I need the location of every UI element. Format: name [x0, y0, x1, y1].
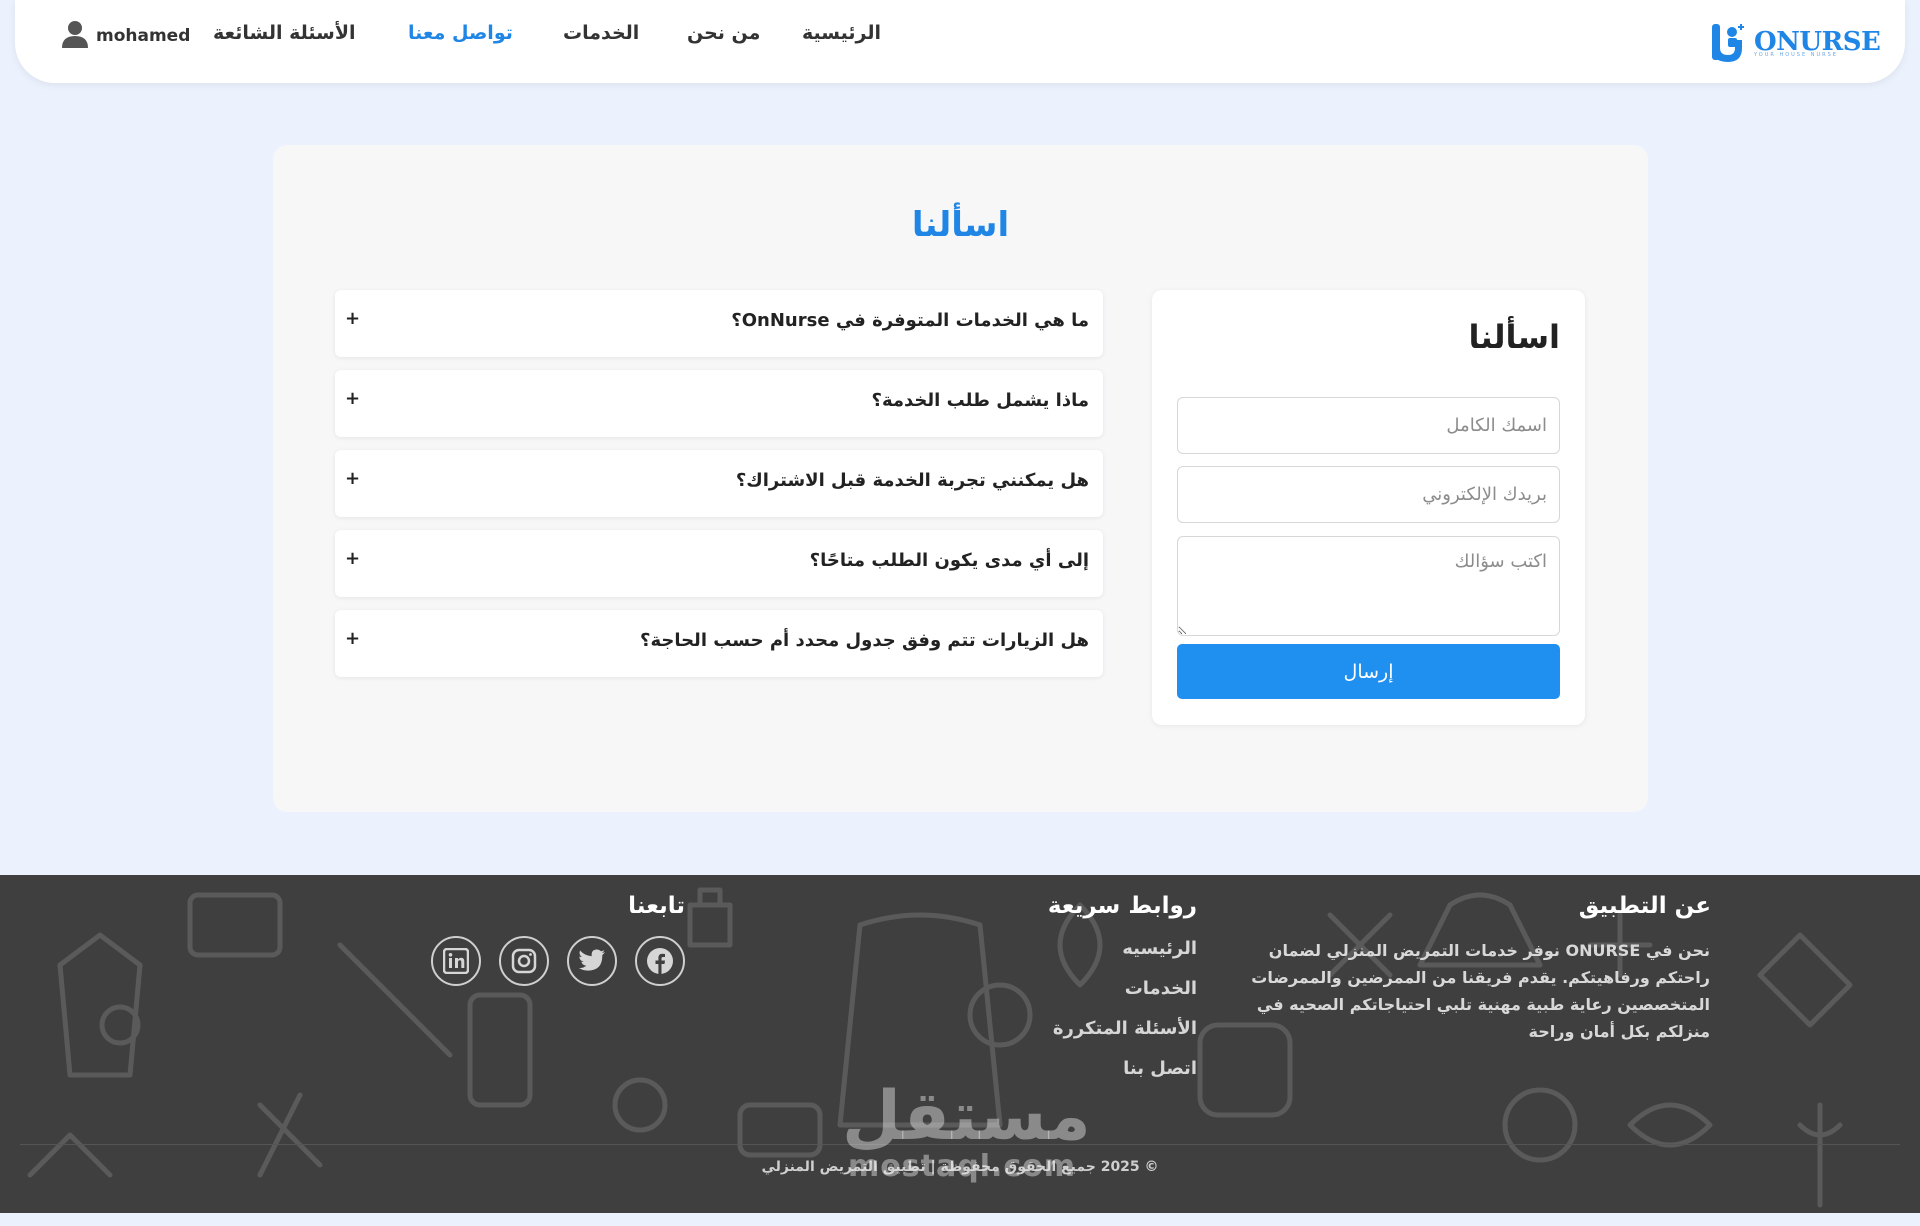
- nav-faq[interactable]: الأسئلة الشائعة: [213, 22, 356, 44]
- faq-question: هل الزيارات تتم وفق جدول محدد أم حسب الح…: [640, 630, 1089, 651]
- watermark-arabic: مستقل: [842, 1077, 1091, 1156]
- user-name: mohamed: [96, 26, 191, 46]
- footer-link-services[interactable]: الخدمات: [1125, 978, 1197, 999]
- brand-tagline: YOUR HOUSE NURSE: [1754, 52, 1838, 58]
- submit-button[interactable]: إرسال: [1177, 644, 1560, 699]
- footer-link-faq[interactable]: الأسئلة المتكررة: [1053, 1018, 1197, 1039]
- form-title: اسألنا: [1468, 318, 1560, 356]
- instagram-icon[interactable]: [499, 936, 549, 986]
- quick-links-title: روابط سريعة: [1047, 893, 1197, 919]
- mostaql-watermark: مستقل mostaql.com: [842, 1077, 1091, 1184]
- plus-icon[interactable]: +: [345, 468, 360, 489]
- brand-logo[interactable]: ONURSE YOUR HOUSE NURSE: [1708, 18, 1881, 66]
- plus-icon[interactable]: +: [345, 308, 360, 329]
- page-title: اسألنا: [911, 205, 1010, 245]
- top-navbar: ONURSE YOUR HOUSE NURSE الرئيسية من نحن …: [15, 0, 1905, 83]
- page-bottom-strip: [0, 1213, 1920, 1226]
- faq-question: ماذا يشمل طلب الخدمة؟: [871, 390, 1089, 411]
- faq-item[interactable]: ما هي الخدمات المتوفرة في OnNurse؟ +: [335, 290, 1103, 357]
- nav-contact[interactable]: تواصل معنا: [408, 22, 513, 44]
- faq-item[interactable]: ماذا يشمل طلب الخدمة؟ +: [335, 370, 1103, 437]
- watermark-latin: mostaql.com: [847, 1149, 1077, 1184]
- faq-question: هل يمكنني تجربة الخدمة قبل الاشتراك؟: [735, 470, 1089, 491]
- footer-link-contact[interactable]: اتصل بنا: [1123, 1058, 1197, 1079]
- about-title: عن التطبيق: [1578, 893, 1711, 919]
- nav-services[interactable]: الخدمات: [563, 22, 639, 44]
- twitter-icon[interactable]: [567, 936, 617, 986]
- faq-item[interactable]: هل يمكنني تجربة الخدمة قبل الاشتراك؟ +: [335, 450, 1103, 517]
- faq-item[interactable]: هل الزيارات تتم وفق جدول محدد أم حسب الح…: [335, 610, 1103, 677]
- faq-item[interactable]: إلى أي مدى يكون الطلب متاحًا؟ +: [335, 530, 1103, 597]
- user-menu[interactable]: mohamed: [62, 20, 190, 52]
- follow-title: تابعنا: [628, 893, 685, 919]
- facebook-icon[interactable]: [635, 936, 685, 986]
- footer-link-home[interactable]: الرئيسيه: [1122, 938, 1197, 959]
- plus-icon[interactable]: +: [345, 628, 360, 649]
- question-textarea[interactable]: [1177, 536, 1560, 636]
- faq-question: ما هي الخدمات المتوفرة في OnNurse؟: [731, 310, 1089, 331]
- nav-about[interactable]: من نحن: [687, 22, 760, 44]
- user-icon: [62, 20, 88, 52]
- faq-question: إلى أي مدى يكون الطلب متاحًا؟: [809, 550, 1089, 571]
- plus-icon[interactable]: +: [345, 388, 360, 409]
- about-text: نحن في ONURSE نوفر خدمات التمريض المنزلي…: [1251, 941, 1710, 1041]
- plus-icon[interactable]: +: [345, 548, 360, 569]
- nurse-logo-icon: [1708, 20, 1750, 64]
- linkedin-icon[interactable]: [431, 936, 481, 986]
- ask-form: اسألنا إرسال: [1152, 290, 1585, 725]
- ask-us-section: اسألنا ما هي الخدمات المتوفرة في OnNurse…: [273, 145, 1648, 812]
- full-name-input[interactable]: [1177, 397, 1560, 454]
- email-input[interactable]: [1177, 466, 1560, 523]
- nav-home[interactable]: الرئيسية: [802, 22, 881, 44]
